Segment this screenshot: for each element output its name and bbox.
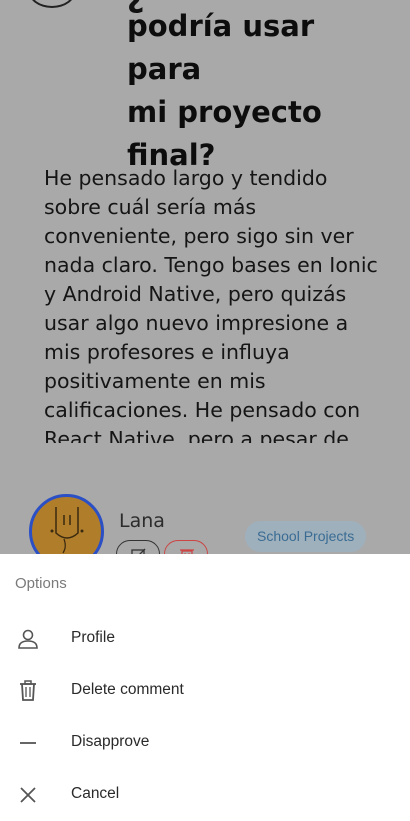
- close-icon: [20, 787, 36, 803]
- post-page-dimmed: ¿ podría usar para mi proyecto final? He…: [0, 0, 410, 554]
- delete-post-button[interactable]: [164, 540, 208, 554]
- option-cancel[interactable]: Cancel: [0, 769, 410, 821]
- post-title-line: podría usar para: [127, 9, 315, 86]
- trash-icon: [20, 680, 36, 701]
- top-avatar: [28, 0, 76, 8]
- author-name: Lana: [119, 510, 165, 532]
- post-body: He pensado largo y tendido sobre cuál se…: [44, 166, 378, 443]
- minus-icon: [20, 742, 36, 744]
- tag-chip[interactable]: School Projects: [245, 521, 367, 552]
- avatar-illustration-icon: [50, 507, 84, 554]
- author-avatar[interactable]: [29, 494, 104, 554]
- option-delete-comment[interactable]: Delete comment: [0, 665, 410, 717]
- post-title-line: mi proyecto: [127, 95, 322, 129]
- option-label: Delete comment: [71, 681, 184, 698]
- option-label: Cancel: [71, 785, 120, 802]
- option-label: Disapprove: [71, 733, 150, 750]
- edit-button[interactable]: [116, 540, 160, 554]
- option-label: Profile: [71, 629, 115, 646]
- person-icon: [18, 629, 38, 649]
- post-title: podría usar para mi proyecto final?: [127, 5, 397, 177]
- option-profile[interactable]: Profile: [0, 613, 410, 665]
- sheet-header: Options: [15, 575, 67, 592]
- options-action-sheet: Options Profile Delete comment Disapprov…: [0, 554, 410, 821]
- option-disapprove[interactable]: Disapprove: [0, 717, 410, 769]
